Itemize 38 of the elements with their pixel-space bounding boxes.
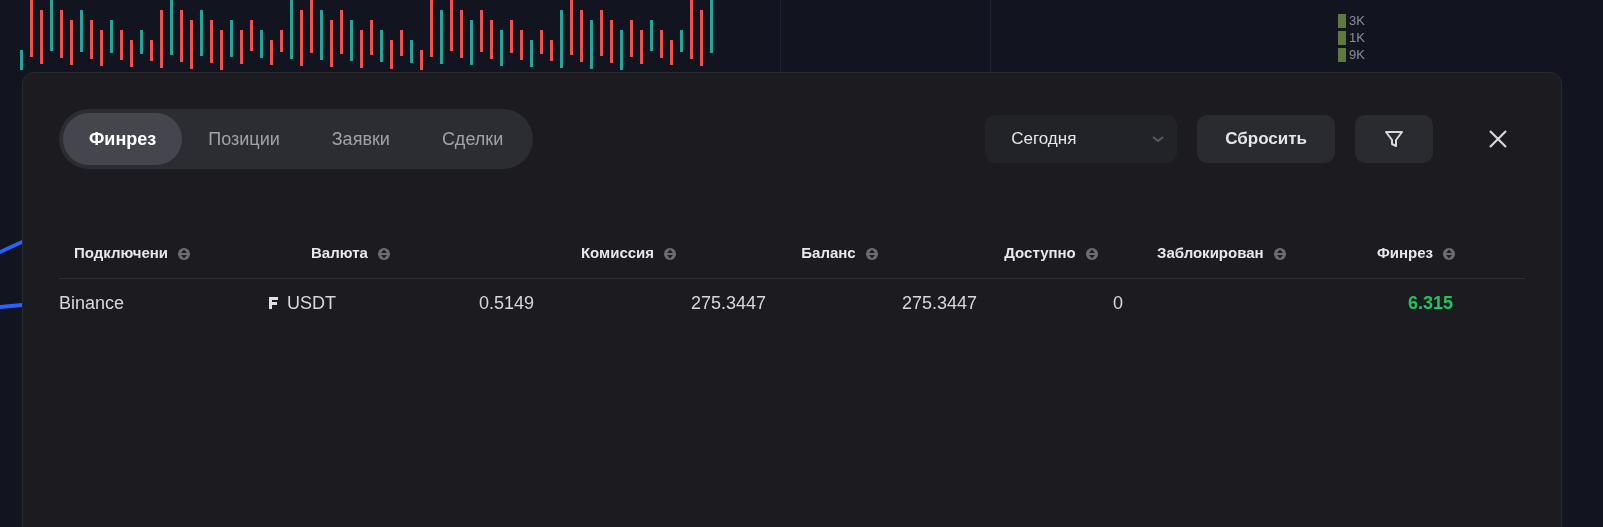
filter-icon bbox=[1383, 128, 1405, 150]
table-cell-text: 275.3447 bbox=[691, 291, 768, 315]
coin-icon bbox=[267, 295, 279, 311]
tab[interactable]: Финрез bbox=[63, 113, 183, 165]
column-header: Комиссия bbox=[580, 243, 655, 264]
sort-icon[interactable] bbox=[664, 245, 677, 262]
period-select[interactable]: Сегодня bbox=[985, 115, 1178, 163]
table-cell-text: Binance bbox=[59, 291, 126, 315]
sort-icon[interactable] bbox=[1443, 245, 1456, 262]
volume-bar bbox=[1338, 13, 1346, 28]
sort-icon[interactable] bbox=[1273, 245, 1286, 262]
reset-button[interactable]: Сбросить bbox=[1197, 115, 1335, 163]
table-cell-text: 0 bbox=[1113, 291, 1124, 315]
sort-icon[interactable] bbox=[1085, 245, 1098, 262]
tab[interactable]: Сделки bbox=[415, 113, 530, 165]
tab[interactable]: Заявки bbox=[305, 113, 416, 165]
volume-label: 3K bbox=[1349, 12, 1365, 29]
chevron-down-icon bbox=[1151, 134, 1166, 144]
sort-icon[interactable] bbox=[865, 245, 878, 262]
volume-label: 1K bbox=[1349, 29, 1365, 46]
sort-icon[interactable] bbox=[178, 245, 191, 262]
volume-label: 9K bbox=[1349, 46, 1365, 63]
column-header: Доступно bbox=[1004, 243, 1076, 264]
column-header: Баланс bbox=[801, 243, 856, 264]
table-cell-text: 6.315 bbox=[1406, 291, 1453, 315]
table-cell-text: 275.3447 bbox=[902, 291, 979, 315]
sort-icon[interactable] bbox=[377, 245, 390, 262]
trend-line-drawing bbox=[0, 238, 22, 310]
column-header: Финрез bbox=[1377, 243, 1434, 264]
column-header: Подключени bbox=[74, 243, 169, 264]
tab[interactable]: Позиции bbox=[182, 113, 306, 165]
column-header: Заблокирован bbox=[1157, 243, 1264, 264]
table-cell-text: USDT bbox=[287, 291, 336, 315]
filter-button[interactable] bbox=[1355, 115, 1433, 163]
column-header: Валюта bbox=[311, 243, 368, 264]
table-cell-text: 0.5149 bbox=[479, 291, 536, 315]
volume-bar bbox=[1338, 47, 1346, 62]
volume-bar bbox=[1338, 30, 1346, 45]
